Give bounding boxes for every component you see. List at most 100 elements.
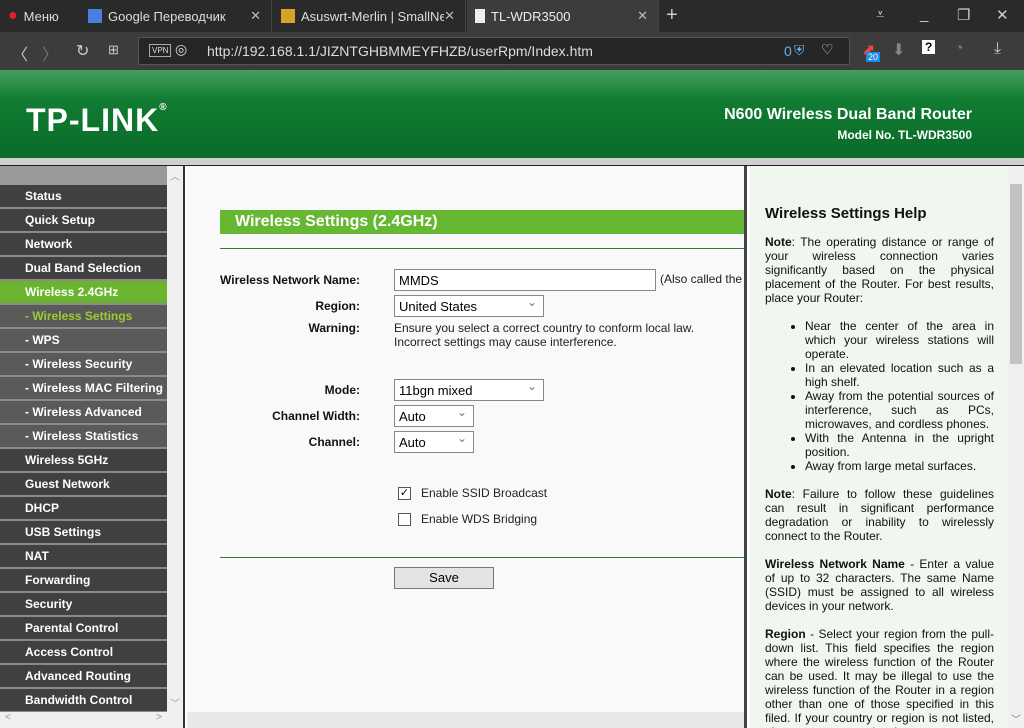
minimize-icon[interactable]: _ — [920, 6, 928, 23]
sidebar-item-wireless-advanced[interactable]: - Wireless Advanced — [0, 401, 167, 425]
sidebar-item-guest-network[interactable]: Guest Network — [0, 473, 167, 497]
menu-header — [0, 166, 167, 185]
help-vertical-scrollbar[interactable]: ﹀ — [1008, 166, 1024, 728]
page-title: Wireless Settings (2.4GHz) — [220, 210, 744, 234]
sidebar-item-quick-setup[interactable]: Quick Setup — [0, 209, 167, 233]
scrollbar-thumb[interactable] — [1010, 184, 1022, 364]
warning-label: Warning: — [308, 321, 360, 335]
adblock-shield-icon[interactable]: ⛨ — [794, 42, 805, 59]
sidebar-item-wireless-2-4ghz[interactable]: Wireless 2.4GHz — [0, 281, 167, 305]
sidebar-item-advanced-routing[interactable]: Advanced Routing — [0, 665, 167, 689]
router-banner: TP-LINK® N600 Wireless Dual Band Router … — [0, 70, 1024, 158]
address-bar[interactable]: VPN ◎ http://192.168.1.1/JIZNTGHBMMEYFHZ… — [138, 37, 850, 65]
placement-tip: With the Antenna in the upright position… — [805, 431, 994, 459]
adblock-count: 0 — [784, 43, 792, 59]
sidebar-item-wireless-5ghz[interactable]: Wireless 5GHz — [0, 449, 167, 473]
close-tab-icon[interactable]: ✕ — [637, 8, 648, 24]
browser-tab-bar: ● Меню Google Переводчик ✕ Asuswrt-Merlin … — [0, 0, 1024, 32]
reload-icon[interactable]: ↻ — [76, 41, 89, 61]
site-favicon — [281, 9, 295, 23]
sidebar-horizontal-scrollbar[interactable]: < > — [0, 712, 167, 728]
url-text[interactable]: http://192.168.1.1/JIZNTGHBMMEYFHZB/user… — [207, 43, 593, 59]
placement-tip: Near the center of the area in which you… — [805, 319, 994, 361]
sidebar-item-wireless-statistics[interactable]: - Wireless Statistics — [0, 425, 167, 449]
sidebar-item-dhcp[interactable]: DHCP — [0, 497, 167, 521]
sidebar-item-forwarding[interactable]: Forwarding — [0, 569, 167, 593]
sidebar-item-wireless-mac-filtering[interactable]: - Wireless MAC Filtering — [0, 377, 167, 401]
google-translate-icon — [88, 9, 102, 23]
bookmark-heart-icon[interactable]: ♡ — [821, 41, 834, 58]
close-window-icon[interactable]: ✕ — [996, 6, 1009, 24]
browser-menu-button[interactable]: ● Меню — [0, 0, 78, 32]
region-label: Region: — [315, 299, 360, 313]
sidebar-item-access-control[interactable]: Access Control — [0, 641, 167, 665]
divider — [220, 557, 744, 558]
ssid-broadcast-checkbox[interactable]: ✓ — [398, 487, 411, 500]
ssid-broadcast-label: Enable SSID Broadcast — [421, 486, 548, 500]
region-select[interactable]: United States — [394, 295, 544, 317]
opera-logo-icon: ● — [8, 7, 18, 24]
sidebar-menu: Status Quick Setup Network Dual Band Select… — [0, 166, 185, 728]
sidebar-item-nat[interactable]: NAT — [0, 545, 167, 569]
vpn-badge[interactable]: VPN — [149, 44, 172, 57]
downloads-icon[interactable]: ⤓ — [994, 40, 1001, 58]
sidebar-item-wireless-settings[interactable]: - Wireless Settings — [0, 305, 167, 329]
sidebar-vertical-scrollbar[interactable]: ︿ ﹀ — [167, 166, 183, 712]
help-note-1: Note: The operating distance or range of… — [765, 235, 994, 305]
help-note-2: Note: Failure to follow these guidelines… — [765, 487, 994, 543]
warning-text-1: Ensure you select a correct country to c… — [394, 321, 695, 335]
help-title: Wireless Settings Help — [765, 205, 927, 222]
main-horizontal-scrollbar[interactable] — [187, 712, 744, 728]
mode-select[interactable]: 11bgn mixed — [394, 379, 544, 401]
help-panel: Wireless Settings Help Note: The operati… — [750, 166, 1024, 728]
sidebar-item-network[interactable]: Network — [0, 233, 167, 257]
channel-label: Channel: — [308, 435, 360, 449]
close-tab-icon[interactable]: ✕ — [250, 8, 261, 24]
placement-tips: Near the center of the area in which you… — [805, 319, 994, 473]
forward-icon[interactable]: 〉 — [42, 41, 58, 65]
tab-asuswrt[interactable]: Asuswrt-Merlin | SmallNet ✕ — [273, 0, 466, 32]
sidebar-item-status[interactable]: Status — [0, 185, 167, 209]
page-icon — [475, 9, 485, 23]
placement-tip: Away from the potential sources of inter… — [805, 389, 994, 431]
ssid-label: Wireless Network Name: — [220, 273, 360, 287]
wds-bridging-label: Enable WDS Bridging — [421, 512, 538, 526]
sidebar-item-security[interactable]: Security — [0, 593, 167, 617]
help-extension-icon[interactable]: ? — [922, 40, 936, 54]
address-toolbar: 〈 〉 ↻ ⊞ VPN ◎ http://192.168.1.1/JIZNTGH… — [0, 32, 1024, 70]
placement-tip: In an elevated location such as a high s… — [805, 361, 994, 389]
help-region: Region - Select your region from the pul… — [765, 627, 994, 728]
channel-width-label: Channel Width: — [272, 409, 360, 423]
warning-text-2: Incorrect settings may cause interferenc… — [394, 335, 617, 349]
sidebar-item-dual-band-selection[interactable]: Dual Band Selection — [0, 257, 167, 281]
sidebar-item-wps[interactable]: - WPS — [0, 329, 167, 353]
tp-link-logo: TP-LINK® — [26, 102, 168, 138]
frame-separator — [0, 158, 1024, 166]
ssid-note: (Also called the — [660, 272, 743, 286]
tab-menu-icon[interactable]: ⩡ — [876, 6, 884, 23]
wds-bridging-checkbox[interactable] — [398, 513, 411, 526]
tab-tl-wdr3500[interactable]: TL-WDR3500 ✕ — [467, 0, 659, 32]
model-number: Model No. TL-WDR3500 — [837, 128, 972, 142]
extension-badge: 20 — [866, 52, 881, 62]
globe-icon: ◎ — [175, 41, 188, 57]
channel-select[interactable]: Auto — [394, 431, 474, 453]
maximize-icon[interactable]: ❐ — [957, 6, 970, 24]
channel-width-select[interactable]: Auto — [394, 405, 474, 427]
new-tab-icon[interactable]: + — [666, 4, 678, 27]
ssid-input[interactable]: MMDS — [394, 269, 656, 291]
sidebar-item-bandwidth-control[interactable]: Bandwidth Control — [0, 689, 167, 713]
speed-dial-icon[interactable]: ⊞ — [108, 42, 119, 58]
sidebar-item-wireless-security[interactable]: - Wireless Security — [0, 353, 167, 377]
back-icon[interactable]: 〈 — [12, 41, 28, 65]
product-name: N600 Wireless Dual Band Router — [724, 106, 972, 123]
sidebar-item-parental-control[interactable]: Parental Control — [0, 617, 167, 641]
download-extension-icon[interactable]: ⬇ — [892, 40, 905, 60]
tab-google-translate[interactable]: Google Переводчик ✕ — [80, 0, 272, 32]
sidebar-item-usb-settings[interactable]: USB Settings — [0, 521, 167, 545]
placement-tip: Away from large metal surfaces. — [805, 459, 994, 473]
save-button[interactable]: Save — [394, 567, 494, 589]
rss-icon[interactable]: ◔ — [954, 40, 964, 58]
close-tab-icon[interactable]: ✕ — [444, 8, 455, 24]
main-content: Wireless Settings (2.4GHz) Wireless Netw… — [187, 166, 747, 728]
